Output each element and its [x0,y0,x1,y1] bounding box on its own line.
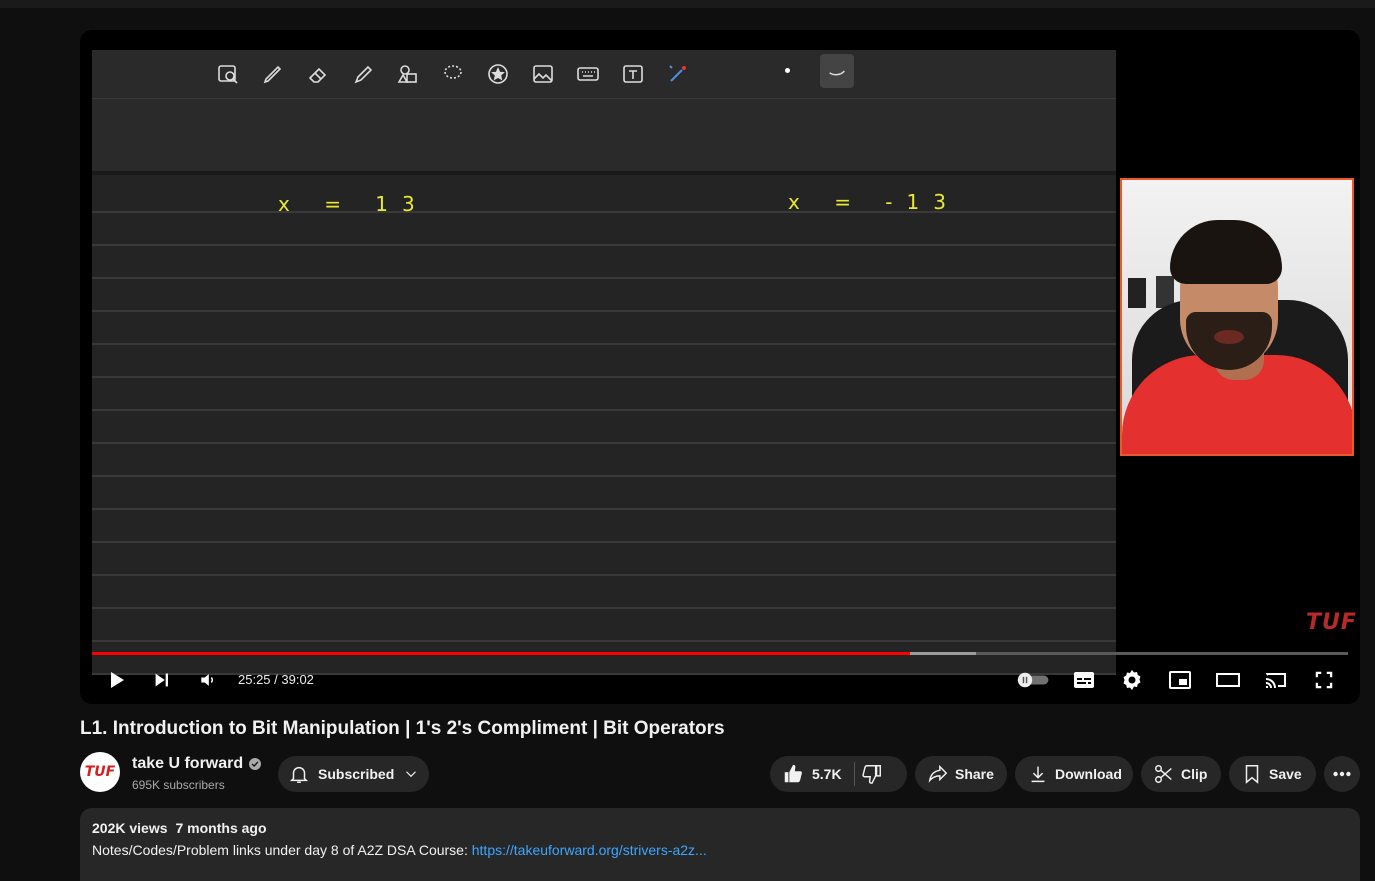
description-link[interactable]: https://takeuforward.org/strivers-a2z... [472,842,707,858]
webcam-overlay [1120,178,1354,456]
share-button[interactable]: Share [915,756,1007,792]
laser-pointer-icon [662,58,694,90]
view-count: 202K views [92,820,168,836]
subscriber-count: 695K subscribers [132,778,225,792]
settings-button[interactable] [1116,662,1148,698]
description-line: Notes/Codes/Problem links under day 8 of… [92,842,1348,858]
fullscreen-button[interactable] [1308,662,1340,698]
share-icon [928,764,948,783]
channel-watermark: TUF [1306,610,1357,635]
whiteboard-toolbar-area [92,50,1116,175]
handwritten-left-expr: x = 13 [278,192,429,216]
progress-played [92,652,910,655]
shapes-icon [392,58,424,90]
subscribed-label: Subscribed [318,766,395,782]
verified-check-icon [249,758,262,770]
video-title: L1. Introduction to Bit Manipulation | 1… [80,718,725,739]
thumbs-down-icon [861,765,881,784]
video-player[interactable]: x = 13 x = -13 TUF 25:25 / 39:02 [80,30,1360,704]
miniplayer-button[interactable] [1164,662,1196,698]
next-button[interactable] [146,662,178,698]
chevron-down-icon [406,771,417,778]
skip-next-icon [155,673,168,687]
image-search-icon [212,58,244,90]
like-count: 5.7K [812,766,842,782]
bookmark-icon [1245,765,1259,784]
description-text: Notes/Codes/Problem links under day 8 of… [92,842,472,858]
description-box[interactable]: 202K views 7 months ago Notes/Codes/Probl… [80,808,1360,881]
time-display: 25:25 / 39:02 [238,672,314,687]
whiteboard-toolbar [212,56,694,92]
channel-name[interactable]: take U forward [132,755,243,773]
save-label: Save [1269,766,1302,782]
channel-name-row: take U forward [132,755,262,773]
clip-label: Clip [1181,766,1208,782]
whiteboard-frame: x = 13 x = -13 [92,50,1116,675]
channel-avatar[interactable]: TUF [80,752,120,792]
more-horizontal-icon [1333,771,1351,777]
mute-button[interactable] [192,662,224,698]
theater-mode-button[interactable] [1212,662,1244,698]
download-icon [1031,766,1045,783]
cast-button[interactable] [1260,662,1292,698]
autoplay-toggle[interactable] [1014,662,1054,698]
stroke-dot-icon [785,68,790,73]
handwritten-right-expr: x = -13 [788,190,960,214]
subscribed-button[interactable]: Subscribed [278,756,429,792]
like-divider [853,762,855,786]
dislike-button[interactable] [861,763,883,785]
pen-icon [257,58,289,90]
youtube-watch-page: x = 13 x = -13 TUF 25:25 / 39:02 L1. Int… [0,0,1375,881]
clip-button[interactable]: Clip [1141,756,1221,792]
miniplayer-icon [1169,671,1191,689]
bell-icon [289,766,309,783]
cast-icon [1266,673,1286,688]
save-button[interactable]: Save [1229,756,1316,792]
stroke-style-icon [820,54,854,88]
download-button[interactable]: Download [1015,756,1133,792]
highlighter-icon [347,58,379,90]
play-button[interactable] [100,662,132,698]
more-actions-button[interactable] [1324,756,1360,792]
progress-bar[interactable] [92,652,1348,655]
text-box-icon [617,58,649,90]
upload-age: 7 months ago [175,820,267,836]
download-label: Download [1055,766,1122,782]
lasso-icon [437,58,469,90]
channel-avatar-text: TUF [84,764,116,780]
fullscreen-icon [1315,671,1333,689]
scissors-icon [1155,765,1172,783]
gear-icon [1123,670,1141,690]
volume-icon [201,674,214,686]
eraser-icon [302,58,334,90]
thumbs-up-icon [784,764,802,783]
keyboard-icon [572,58,604,90]
player-controls: 25:25 / 39:02 [80,662,1360,698]
theater-icon [1216,673,1240,687]
description-meta: 202K views 7 months ago [92,820,1348,836]
like-button[interactable]: 5.7K [782,763,842,785]
like-dislike-group: 5.7K [770,756,907,792]
top-strip [0,0,1375,8]
sticker-star-icon [482,58,514,90]
autoplay-toggle-icon [1017,672,1049,688]
share-label: Share [955,766,994,782]
subtitles-icon [1074,672,1094,688]
image-icon [527,58,559,90]
play-icon [111,672,124,688]
subtitles-button[interactable] [1068,662,1100,698]
